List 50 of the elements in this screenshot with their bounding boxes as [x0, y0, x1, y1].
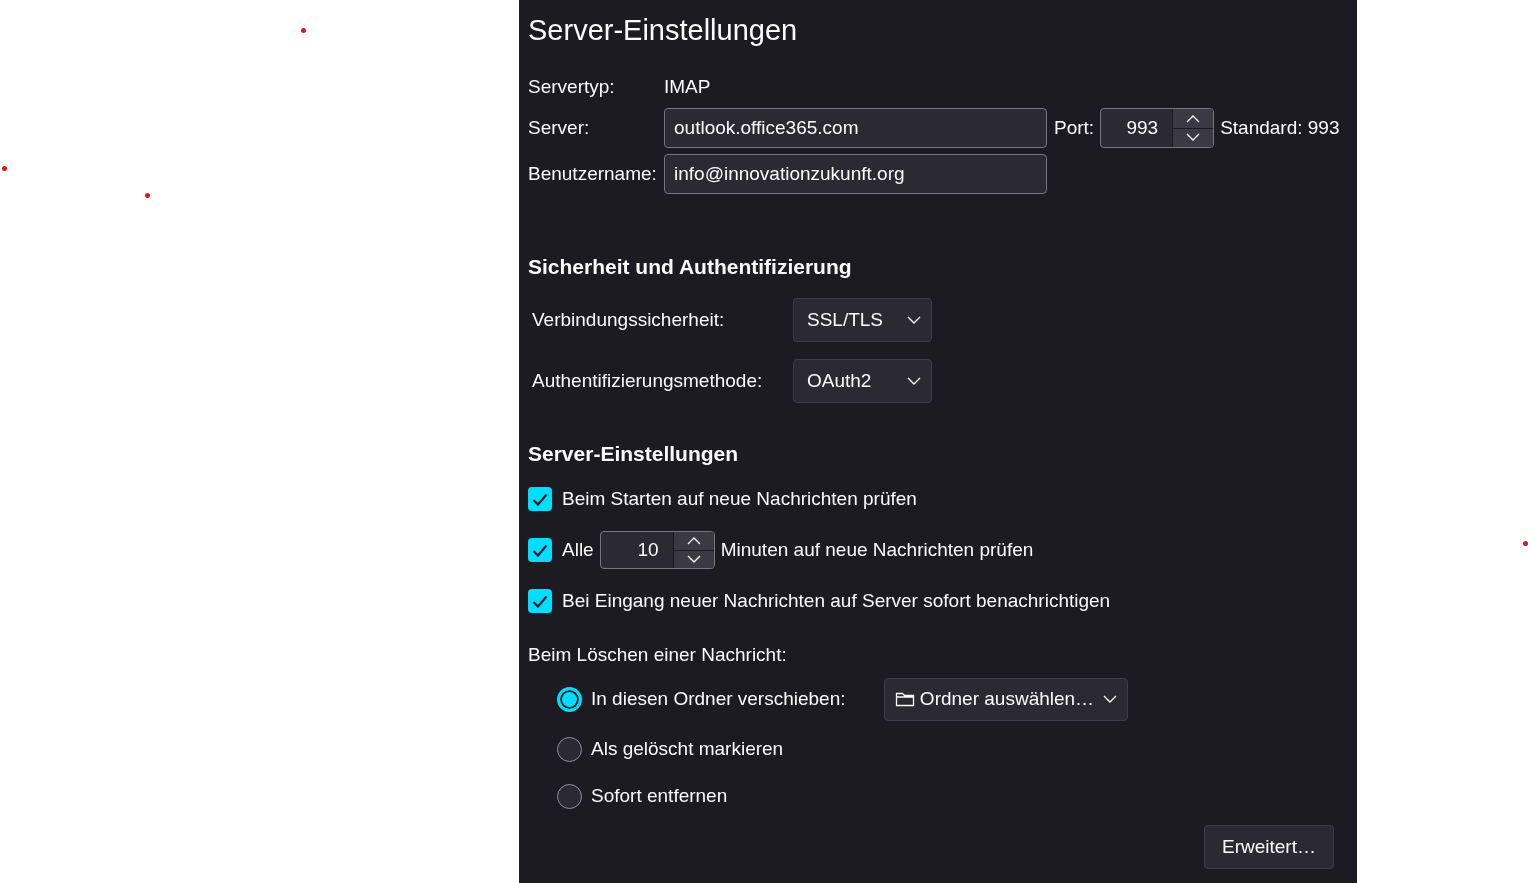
- marker-dot: [2, 166, 7, 171]
- checkbox[interactable]: [528, 487, 552, 511]
- increment-icon[interactable]: [673, 532, 714, 550]
- section-heading: Server-Einstellungen: [528, 442, 739, 466]
- checkmark-icon: [532, 594, 548, 608]
- increment-icon[interactable]: [1173, 109, 1214, 128]
- field-label: Benutzername:: [528, 163, 658, 185]
- radio-button[interactable]: [557, 736, 582, 762]
- field-label: Authentifizierungsmethode:: [532, 370, 764, 392]
- marker-dot: [1523, 541, 1528, 546]
- minutes-spinner[interactable]: 10: [599, 531, 715, 569]
- number-value: 993: [1125, 116, 1160, 140]
- folder-dropdown[interactable]: Ordner auswählen…: [884, 677, 1128, 721]
- radio-button[interactable]: [557, 783, 582, 809]
- section-heading: Sicherheit und Authentifizierung: [528, 255, 852, 279]
- radio-label: In diesen Ordner verschieben:: [591, 688, 847, 710]
- decrement-icon[interactable]: [1173, 127, 1214, 147]
- checkbox-label: Bei Eingang neuer Nachrichten auf Server sofort benachrichtigen: [562, 590, 1111, 612]
- chevron-down-icon: [907, 376, 921, 386]
- field-label: Servertyp:: [528, 76, 616, 98]
- chevron-down-icon: [907, 315, 921, 325]
- dropdown[interactable]: SSL/TLS: [793, 298, 932, 342]
- field-label: Verbindungssicherheit:: [532, 309, 726, 331]
- marker-dot: [145, 193, 150, 198]
- checkbox-label: Alle: [562, 539, 594, 561]
- field-label: Server:: [528, 117, 591, 139]
- radio-label: Sofort entfernen: [591, 785, 729, 807]
- advanced-button[interactable]: Erweitert…: [1204, 825, 1334, 869]
- input-field[interactable]: outlook.office365.com: [664, 108, 1047, 148]
- marker-dot: [301, 28, 306, 33]
- radio-button[interactable]: [557, 686, 582, 712]
- folder-icon: [895, 691, 915, 707]
- field-label: Port:: [1054, 117, 1095, 139]
- decrement-icon[interactable]: [673, 549, 714, 568]
- checkbox[interactable]: [528, 589, 552, 613]
- number-value: 10: [636, 538, 660, 562]
- group-label: Beim Löschen einer Nachricht:: [528, 644, 787, 666]
- input-field[interactable]: info@innovationzukunft.org: [664, 154, 1047, 194]
- default-port-text: Standard: 993: [1220, 117, 1340, 139]
- radio-label: Als gelöscht markieren: [591, 738, 785, 760]
- dropdown[interactable]: OAuth2: [793, 359, 932, 403]
- port-spinner[interactable]: 993: [1100, 108, 1215, 148]
- checkmark-icon: [532, 492, 548, 506]
- field-value: IMAP: [664, 76, 711, 98]
- checkbox-label: Minuten auf neue Nachrichten prüfen: [720, 539, 1034, 561]
- chevron-down-icon: [1103, 694, 1117, 704]
- window-title: Server-Einstellungen: [528, 13, 798, 48]
- checkbox[interactable]: [528, 538, 552, 562]
- checkmark-icon: [532, 543, 548, 557]
- checkbox-label: Beim Starten auf neue Nachrichten prüfen: [562, 488, 917, 510]
